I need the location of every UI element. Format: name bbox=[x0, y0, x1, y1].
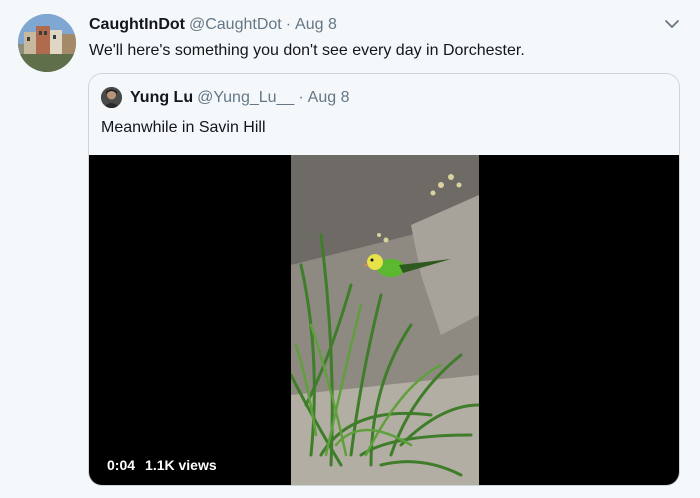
tweet-card[interactable]: CaughtInDot @CaughtDot · Aug 8 We'll here's… bbox=[0, 0, 700, 498]
quoted-text: Meanwhile in Savin Hill bbox=[101, 119, 266, 136]
city-houses-photo bbox=[18, 14, 76, 72]
quoted-avatar[interactable] bbox=[101, 87, 122, 108]
tweet-header: CaughtInDot @CaughtDot · Aug 8 bbox=[89, 15, 337, 35]
author-name[interactable]: CaughtInDot bbox=[89, 16, 185, 33]
tweet-date[interactable]: Aug 8 bbox=[295, 16, 337, 33]
video-views: 1.1K views bbox=[145, 457, 217, 473]
quoted-date[interactable]: Aug 8 bbox=[308, 89, 350, 106]
tweet-text: We'll here's something you don't see eve… bbox=[89, 42, 525, 59]
avatar[interactable] bbox=[18, 14, 76, 72]
chevron-down-icon[interactable] bbox=[663, 17, 681, 31]
author-handle[interactable]: @CaughtDot bbox=[189, 16, 282, 33]
green-parakeet-in-grass bbox=[291, 155, 479, 485]
separator-dot: · bbox=[285, 16, 292, 33]
quoted-author-name[interactable]: Yung Lu bbox=[130, 89, 193, 106]
quoted-separator-dot: · bbox=[298, 89, 304, 106]
video-meta: 0:04 1.1K views bbox=[107, 457, 217, 473]
video-frame bbox=[291, 155, 479, 485]
video-time: 0:04 bbox=[107, 457, 136, 473]
quoted-author-handle[interactable]: @Yung_Lu__ bbox=[197, 89, 294, 106]
quoted-header: Yung Lu @Yung_Lu__ · Aug 8 bbox=[130, 88, 349, 108]
quoted-tweet[interactable]: Yung Lu @Yung_Lu__ · Aug 8 Meanwhile in Sav… bbox=[88, 73, 680, 486]
video-player[interactable]: 0:04 1.1K views bbox=[89, 155, 679, 485]
person-photo bbox=[101, 87, 122, 108]
